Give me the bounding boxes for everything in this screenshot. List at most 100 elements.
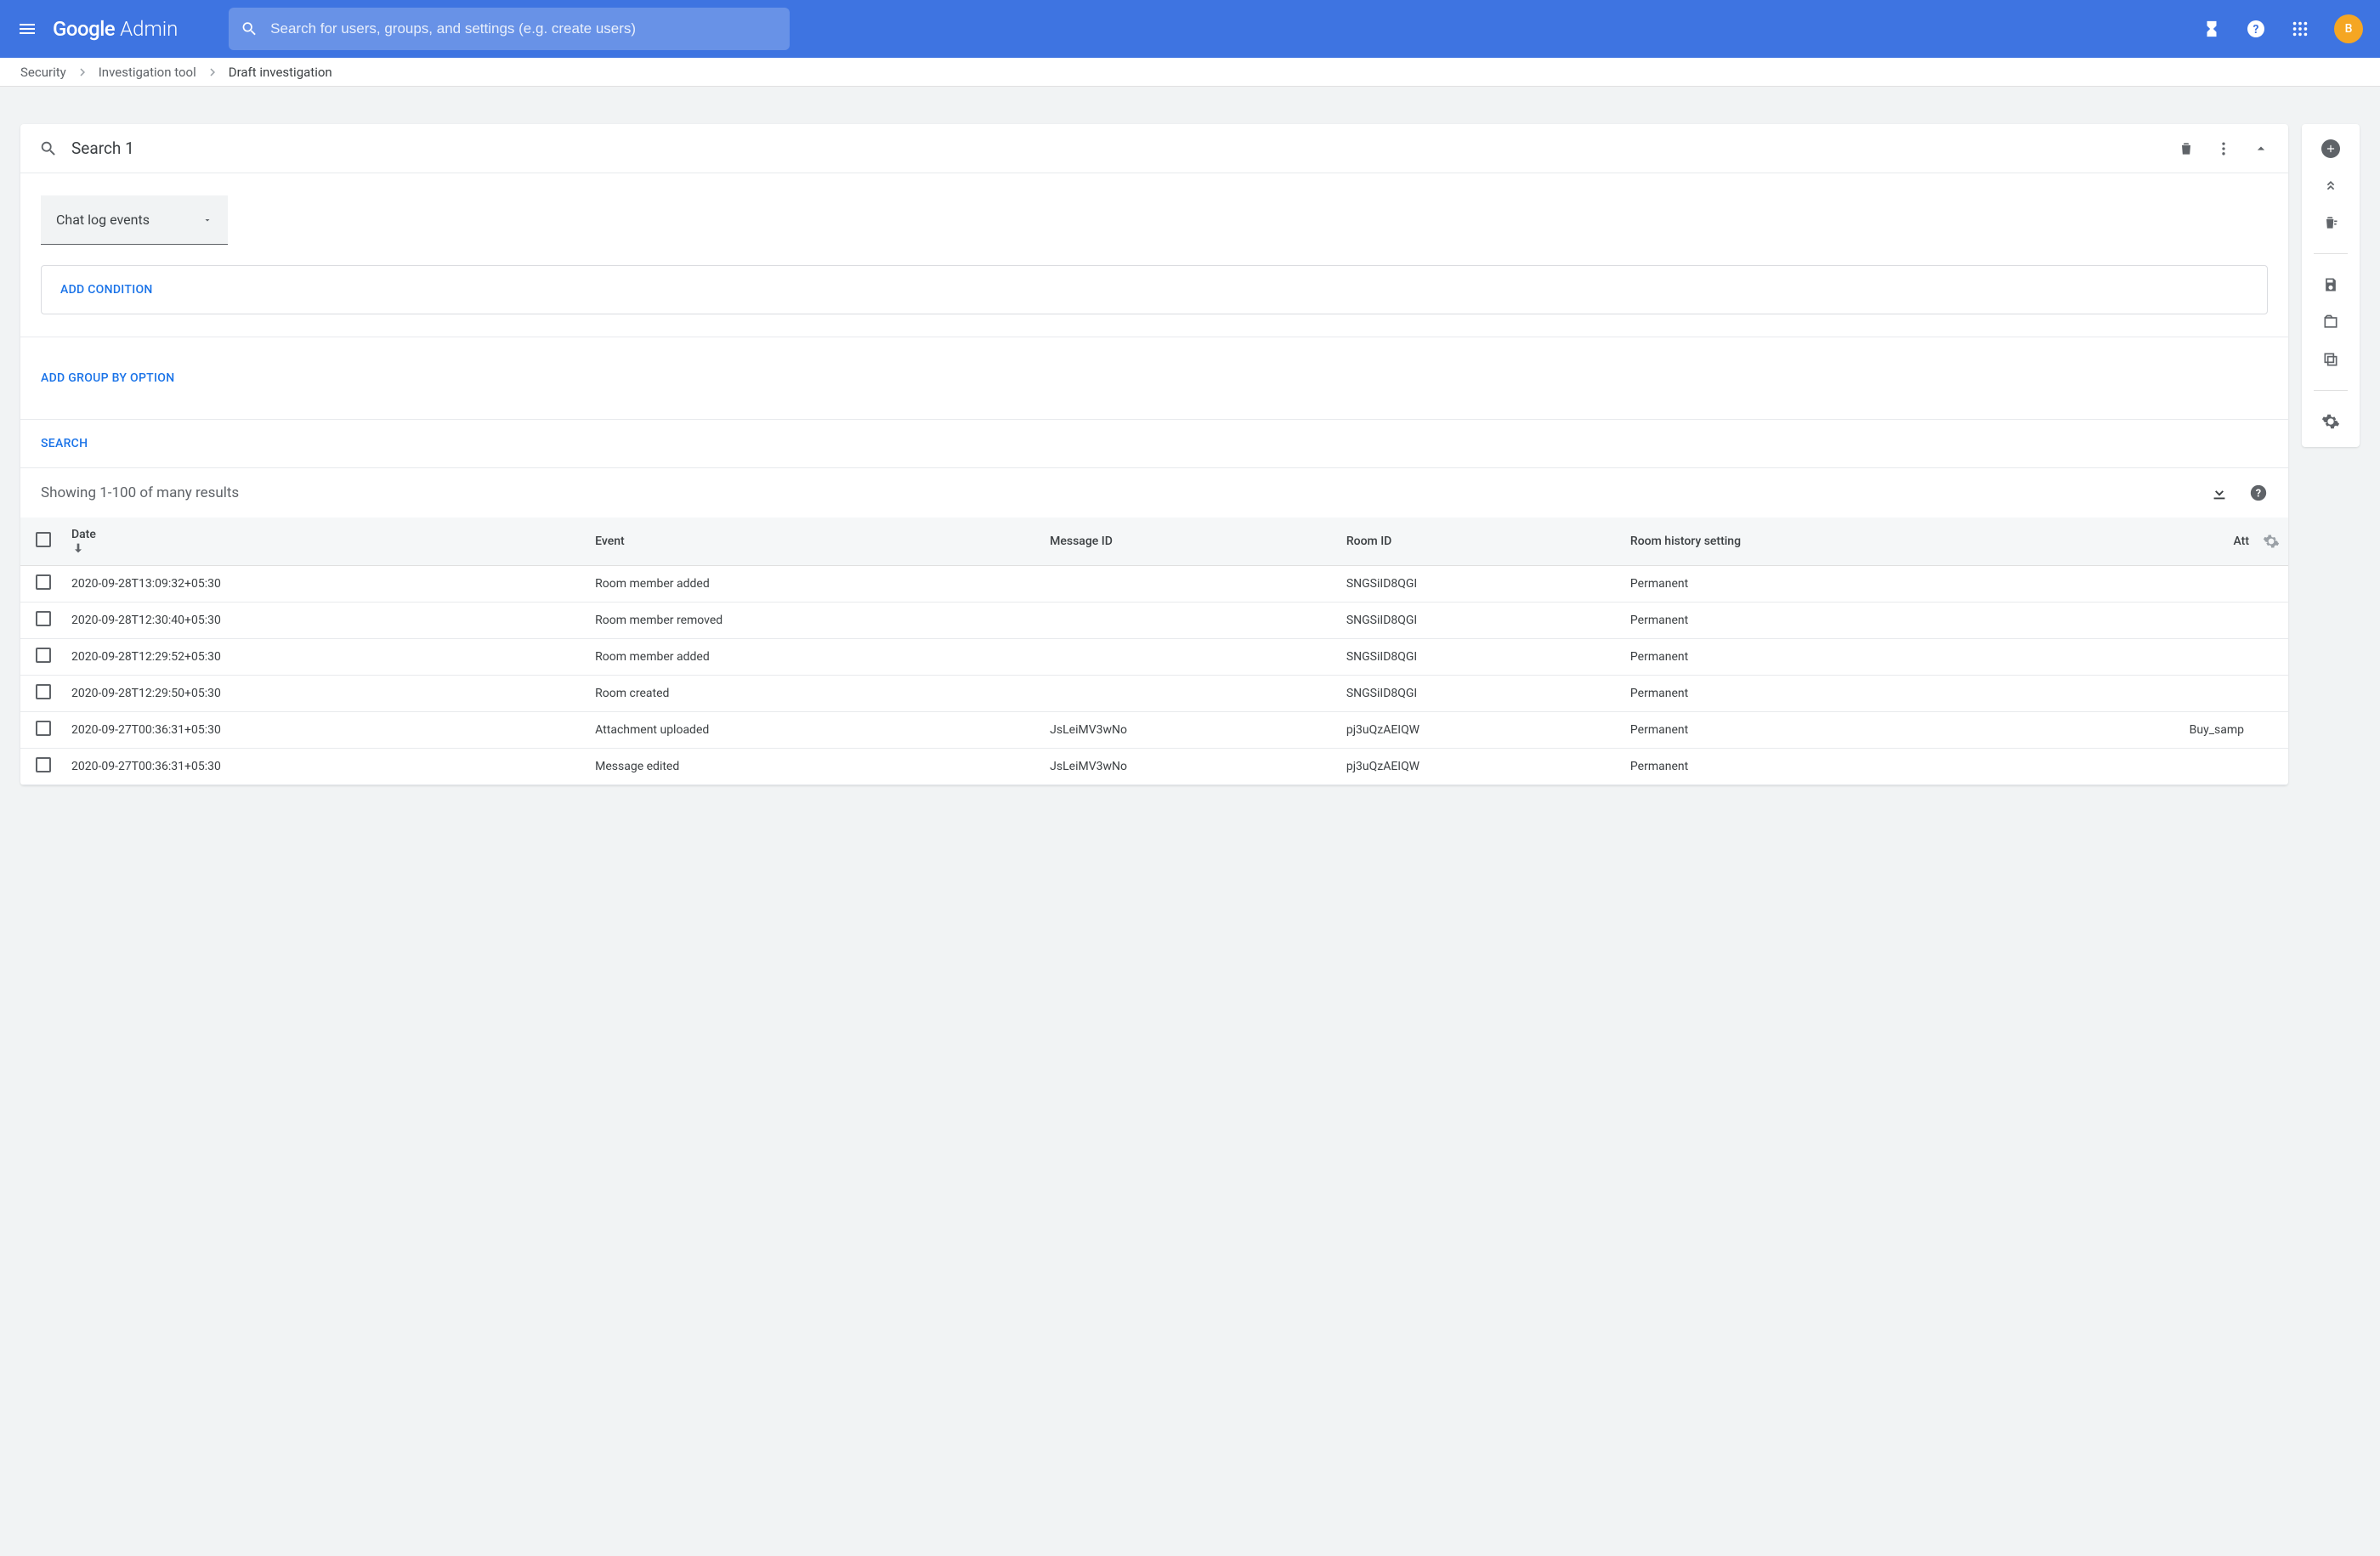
results-table: Date Event Message ID Room ID Room histo… [20,518,2288,785]
chevron-right-icon [205,65,220,80]
breadcrumb: Security Investigation tool Draft invest… [0,58,2380,87]
col-room-id[interactable]: Room ID [1338,518,1622,566]
breadcrumb-investigation-tool[interactable]: Investigation tool [99,65,196,80]
apps-icon[interactable] [2290,19,2310,39]
table-row[interactable]: 2020-09-28T12:30:40+05:30 Room member re… [20,603,2288,639]
table-row[interactable]: 2020-09-27T00:36:31+05:30 Message edited… [20,749,2288,785]
cell-att [2023,603,2254,639]
cell-room-history: Permanent [1622,603,2023,639]
add-condition-button[interactable]: ADD CONDITION [60,283,153,297]
app-header: Google Admin ? B [0,0,2380,58]
search-title: Search 1 [71,139,2157,158]
download-icon[interactable] [2210,484,2229,502]
row-checkbox[interactable] [36,648,51,663]
row-checkbox[interactable] [36,574,51,590]
cell-event: Room created [586,676,1041,712]
search-button[interactable]: SEARCH [41,437,88,450]
settings-icon[interactable] [2320,411,2341,432]
cell-room-history: Permanent [1622,712,2023,749]
svg-text:?: ? [2253,23,2259,37]
col-room-history[interactable]: Room history setting [1622,518,2023,566]
condition-box: ADD CONDITION [41,265,2268,314]
cell-event: Attachment uploaded [586,712,1041,749]
logo[interactable]: Google Admin [53,17,178,41]
cell-room-id: SNGSiID8QGI [1338,639,1622,676]
cell-event: Room member added [586,566,1041,603]
collapse-icon[interactable] [2252,140,2270,157]
logo-admin: Admin [120,17,178,41]
table-row[interactable]: 2020-09-28T13:09:32+05:30 Room member ad… [20,566,2288,603]
copy-icon[interactable] [2320,349,2341,370]
cell-room-history: Permanent [1622,566,2023,603]
cell-date: 2020-09-27T00:36:31+05:30 [63,712,586,749]
breadcrumb-security[interactable]: Security [20,65,66,80]
clear-icon[interactable] [2320,212,2341,233]
row-checkbox[interactable] [36,721,51,736]
cell-event: Room member added [586,639,1041,676]
help-icon[interactable]: ? [2246,19,2266,39]
cell-message-id [1041,676,1338,712]
col-message-id[interactable]: Message ID [1041,518,1338,566]
table-row[interactable]: 2020-09-28T12:29:52+05:30 Room member ad… [20,639,2288,676]
add-group-by-button[interactable]: ADD GROUP BY OPTION [41,371,174,385]
search-card-header: Search 1 [20,124,2288,173]
table-row[interactable]: 2020-09-27T00:36:31+05:30 Attachment upl… [20,712,2288,749]
save-icon[interactable] [2320,274,2341,295]
help-icon[interactable]: ? [2249,484,2268,502]
results-header: Showing 1-100 of many results ? [20,467,2288,518]
global-search-input[interactable] [270,20,778,37]
delete-icon[interactable] [2178,140,2195,157]
breadcrumb-current: Draft investigation [229,65,332,80]
data-source-select[interactable]: Chat log events [41,195,228,245]
table-row[interactable]: 2020-09-28T12:29:50+05:30 Room created S… [20,676,2288,712]
cell-message-id [1041,603,1338,639]
logo-google: Google [53,17,115,41]
cell-att [2023,749,2254,785]
column-settings-icon[interactable] [2263,533,2280,550]
menu-icon[interactable] [17,19,37,39]
cell-room-id: SNGSiID8QGI [1338,566,1622,603]
cell-room-history: Permanent [1622,676,2023,712]
open-icon[interactable] [2320,312,2341,332]
row-checkbox[interactable] [36,611,51,626]
cell-room-id: pj3uQzAEIQW [1338,749,1622,785]
cell-room-id: SNGSiID8QGI [1338,603,1622,639]
search-icon [241,20,258,38]
cell-att: Buy_samp [2023,712,2254,749]
cell-att [2023,566,2254,603]
cell-date: 2020-09-27T00:36:31+05:30 [63,749,586,785]
cell-message-id: JsLeiMV3wNo [1041,712,1338,749]
select-all-checkbox[interactable] [36,532,51,547]
row-checkbox[interactable] [36,757,51,772]
add-search-button[interactable] [2321,139,2340,158]
dropdown-icon [202,215,212,225]
cell-event: Room member removed [586,603,1041,639]
cell-message-id: JsLeiMV3wNo [1041,749,1338,785]
more-vert-icon[interactable] [2215,140,2232,157]
cell-date: 2020-09-28T12:30:40+05:30 [63,603,586,639]
search-icon [39,139,58,158]
cell-att [2023,639,2254,676]
hourglass-icon[interactable] [2202,19,2222,39]
cell-event: Message edited [586,749,1041,785]
cell-room-history: Permanent [1622,639,2023,676]
collapse-all-icon[interactable] [2320,175,2341,195]
cell-message-id [1041,566,1338,603]
sort-desc-icon [71,541,578,555]
cell-room-id: pj3uQzAEIQW [1338,712,1622,749]
col-date[interactable]: Date [63,518,586,566]
cell-att [2023,676,2254,712]
search-card: Search 1 Chat log events ADD CONDITION [20,124,2288,785]
cell-date: 2020-09-28T13:09:32+05:30 [63,566,586,603]
results-summary: Showing 1-100 of many results [41,484,2190,501]
global-search[interactable] [229,8,790,50]
avatar[interactable]: B [2334,14,2363,43]
row-checkbox[interactable] [36,684,51,699]
col-event[interactable]: Event [586,518,1041,566]
action-rail [2302,124,2360,447]
col-date-label: Date [71,528,96,541]
col-att[interactable]: Att [2023,518,2254,566]
cell-room-id: SNGSiID8QGI [1338,676,1622,712]
cell-room-history: Permanent [1622,749,2023,785]
cell-message-id [1041,639,1338,676]
